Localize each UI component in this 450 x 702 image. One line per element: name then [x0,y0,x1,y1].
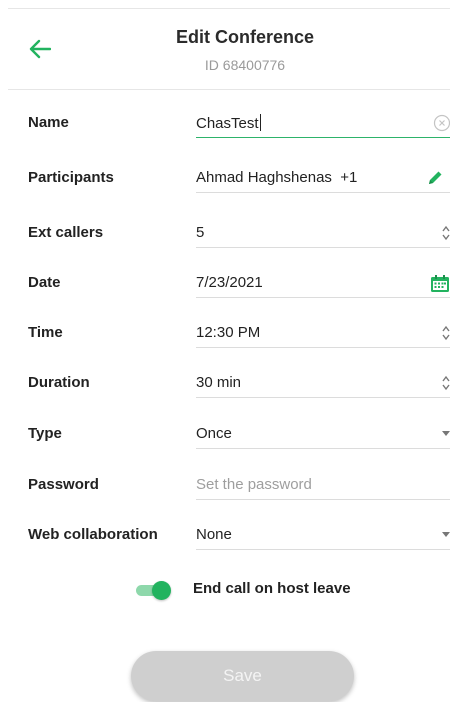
text-caret [259,114,261,131]
type-value: Once [196,425,232,442]
header-divider [8,89,450,90]
web-collaboration-select[interactable]: None [196,516,450,550]
conference-id: ID 68400776 [204,57,286,73]
participants-label: Participants [28,169,114,186]
time-label: Time [28,324,63,341]
participants-row: Participants Ahmad Haghshenas +1 [0,155,450,205]
time-row: Time 12:30 PM [0,310,450,360]
password-field[interactable]: Set the password [196,466,450,500]
stepper-icon [442,225,450,241]
web-collaboration-value: None [196,526,232,543]
pencil-icon [429,171,442,184]
password-row: Password Set the password [0,462,450,512]
clear-button[interactable] [428,112,450,134]
time-stepper[interactable] [428,322,450,344]
name-field[interactable]: ChasTest [196,104,450,138]
date-value: 7/23/2021 [196,274,263,291]
password-placeholder: Set the password [196,476,312,493]
stepper-icon [442,375,450,391]
dropdown-arrow-icon [442,431,450,436]
participants-field[interactable]: Ahmad Haghshenas +1 [196,159,450,193]
ext-callers-label: Ext callers [28,224,104,241]
time-field[interactable]: 12:30 PM [196,314,450,348]
end-call-toggle-label: End call on host leave [193,580,351,597]
page-title: Edit Conference [175,27,315,47]
stepper-icon [442,325,450,341]
duration-field[interactable]: 30 min [196,364,450,398]
ext-callers-row: Ext callers 5 [0,210,450,260]
ext-callers-value: 5 [196,224,205,241]
web-collaboration-label: Web collaboration [28,526,158,543]
name-label: Name [28,114,69,131]
name-row: Name ChasTest [0,100,450,150]
date-field[interactable]: 7/23/2021 [196,264,450,298]
time-value: 12:30 PM [196,324,261,341]
ext-callers-stepper[interactable] [428,222,450,244]
end-call-toggle-row: End call on host leave [0,574,450,604]
edit-participants-button[interactable] [422,167,444,189]
type-row: Type Once [0,411,450,461]
type-label: Type [28,425,62,442]
save-button[interactable]: Save [131,651,354,701]
type-select[interactable]: Once [196,415,450,449]
date-picker-button[interactable] [428,272,450,294]
clear-circle-icon [433,114,450,132]
password-label: Password [28,476,99,493]
participants-value: Ahmad Haghshenas +1 [196,169,358,186]
ext-callers-field[interactable]: 5 [196,214,450,248]
duration-stepper[interactable] [428,372,450,394]
duration-value: 30 min [196,374,242,391]
web-collaboration-dropdown-button[interactable] [428,524,450,546]
type-dropdown-button[interactable] [428,423,450,445]
duration-label: Duration [28,374,90,391]
end-call-toggle[interactable] [136,581,171,600]
calendar-icon [431,274,449,292]
header: Edit Conference ID 68400776 [0,9,450,89]
duration-row: Duration 30 min [0,360,450,410]
dropdown-arrow-icon [442,532,450,537]
name-value: ChasTest [196,114,261,132]
date-label: Date [28,274,61,291]
toggle-thumb [152,581,171,600]
web-collaboration-row: Web collaboration None [0,512,450,562]
date-row: Date 7/23/2021 [0,260,450,310]
